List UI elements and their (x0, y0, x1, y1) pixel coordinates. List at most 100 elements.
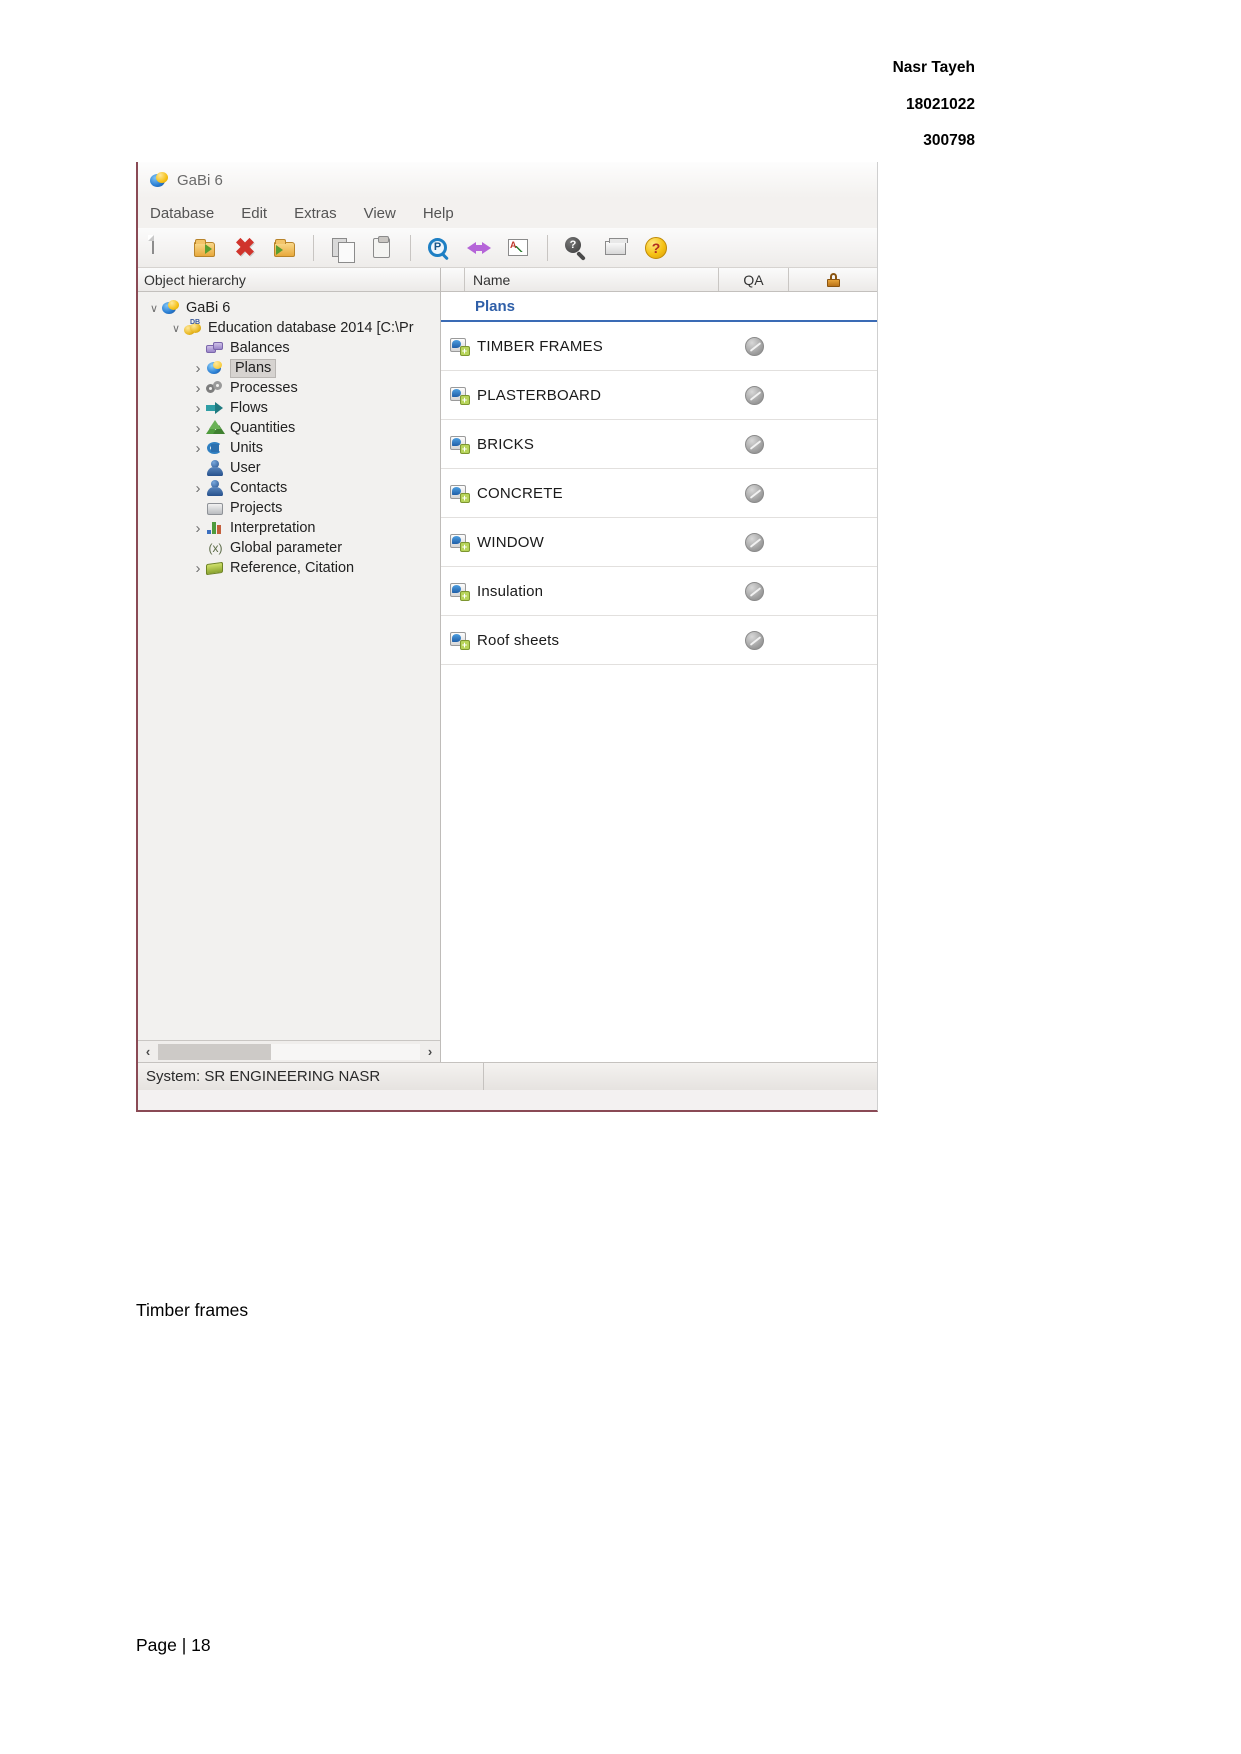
tree-item-label: Balances (230, 340, 290, 356)
menu-item-edit[interactable]: Edit (241, 205, 267, 222)
column-lock[interactable] (789, 268, 877, 291)
tree-item-label: GaBi 6 (186, 300, 231, 316)
tree-item-units[interactable]: Units (138, 438, 440, 458)
menu-item-database[interactable]: Database (150, 205, 214, 222)
menu-item-help[interactable]: Help (423, 205, 454, 222)
tree-item-gabi6[interactable]: GaBi 6 (138, 298, 440, 318)
chevron-right-icon[interactable] (190, 440, 206, 457)
parameter-search-button[interactable]: P (422, 232, 456, 264)
tree-item-label: User (230, 460, 261, 476)
open-folder-button[interactable] (268, 232, 302, 264)
analysis-chart-button[interactable] (502, 232, 536, 264)
chevron-right-icon[interactable] (190, 560, 206, 577)
object-hierarchy-header: Object hierarchy (138, 268, 440, 292)
plan-item-icon: + (449, 484, 470, 503)
qa-disc-icon[interactable] (744, 630, 764, 650)
plans-icon (206, 360, 225, 376)
column-qa[interactable]: QA (719, 268, 789, 291)
tree-item-projects[interactable]: Projects (138, 498, 440, 518)
toolbar-separator (410, 234, 411, 261)
chevron-right-icon[interactable] (190, 480, 206, 497)
toolbar-separator (547, 234, 548, 261)
scrollbar-track[interactable] (158, 1043, 420, 1060)
chevron-right-icon[interactable] (190, 360, 206, 377)
column-name[interactable]: Name (465, 268, 719, 291)
menu-item-view[interactable]: View (364, 205, 396, 222)
row-name: BRICKS (477, 435, 535, 453)
group-header-plans: Plans (441, 292, 877, 322)
tree-item-label: Contacts (230, 480, 288, 496)
toolbar-separator (313, 234, 314, 261)
statusbar: System: SR ENGINEERING NASR (138, 1062, 877, 1090)
tree-item-label: Reference, Citation (230, 560, 355, 576)
tree-item-user[interactable]: User (138, 458, 440, 478)
tree-item-global-parameter[interactable]: (x) Global parameter (138, 538, 440, 558)
help-button[interactable]: ? (639, 232, 673, 264)
red-x-delete-icon: ✖ (234, 233, 256, 262)
qa-disc-icon[interactable] (744, 385, 764, 405)
scroll-left-button[interactable]: ‹ (138, 1042, 158, 1062)
tree-item-contacts[interactable]: Contacts (138, 478, 440, 498)
scroll-right-button[interactable]: › (420, 1042, 440, 1062)
copy-button[interactable] (325, 232, 359, 264)
tree-item-label: Education database 2014 [C:\Pr (208, 320, 414, 336)
tray-archive-icon (603, 236, 629, 260)
plan-item-icon: + (449, 337, 470, 356)
tree-item-flows[interactable]: Flows (138, 398, 440, 418)
chevron-down-icon[interactable] (146, 301, 162, 315)
tree-item-plans[interactable]: Plans (138, 358, 440, 378)
open-folder-icon (272, 236, 298, 260)
open-database-button[interactable] (188, 232, 222, 264)
flows-arrow-icon (206, 400, 225, 416)
qa-disc-icon[interactable] (744, 483, 764, 503)
processes-gear-icon (206, 380, 225, 396)
qa-disc-icon[interactable] (744, 532, 764, 552)
chevron-right-icon[interactable] (190, 420, 206, 437)
tree-item-label: Projects (230, 500, 283, 516)
archive-button[interactable] (599, 232, 633, 264)
tree-item-balances[interactable]: Balances (138, 338, 440, 358)
tree-item-education-database[interactable]: DB Education database 2014 [C:\Pr (138, 318, 440, 338)
gabi-application-window: GaBi 6 Database Edit Extras View Help ✖ (136, 162, 878, 1112)
chevron-right-icon[interactable] (190, 380, 206, 397)
paste-button[interactable] (365, 232, 399, 264)
tree-item-label: Interpretation (230, 520, 316, 536)
plan-item-icon: + (449, 386, 470, 405)
exchange-button[interactable] (462, 232, 496, 264)
tree-item-processes[interactable]: Processes (138, 378, 440, 398)
row-name: WINDOW (477, 533, 545, 551)
table-row[interactable]: + PLASTERBOARD (441, 371, 877, 420)
delete-button[interactable]: ✖ (228, 232, 262, 264)
menu-item-extras[interactable]: Extras (294, 205, 337, 222)
scrollbar-thumb[interactable] (158, 1043, 271, 1060)
tree-item-reference-citation[interactable]: Reference, Citation (138, 558, 440, 578)
plan-item-icon: + (449, 435, 470, 454)
row-name: TIMBER FRAMES (477, 337, 603, 355)
header-number: 300798 (923, 132, 975, 149)
qa-disc-icon[interactable] (744, 434, 764, 454)
table-row[interactable]: + TIMBER FRAMES (441, 322, 877, 371)
tree-item-interpretation[interactable]: Interpretation (138, 518, 440, 538)
plans-list-pane: Name QA Plans + TIMBER FRAMES + PLASTERB… (441, 268, 877, 1062)
table-row[interactable]: + Roof sheets (441, 616, 877, 665)
horizontal-scrollbar[interactable]: ‹ › (138, 1040, 440, 1062)
tree-item-label: Processes (230, 380, 298, 396)
table-row[interactable]: + Insulation (441, 567, 877, 616)
table-row[interactable]: + BRICKS (441, 420, 877, 469)
window-titlebar: GaBi 6 (138, 162, 877, 198)
plan-item-icon: + (449, 582, 470, 601)
chevron-down-icon[interactable] (168, 321, 184, 335)
qa-disc-icon[interactable] (744, 581, 764, 601)
search-button[interactable]: ? (559, 232, 593, 264)
new-document-button[interactable] (148, 232, 182, 264)
qa-disc-icon[interactable] (744, 336, 764, 356)
table-row[interactable]: + CONCRETE (441, 469, 877, 518)
tree-item-quantities[interactable]: Quantities (138, 418, 440, 438)
statusbar-system-text: System: SR ENGINEERING NASR (138, 1063, 484, 1090)
table-row[interactable]: + WINDOW (441, 518, 877, 567)
clipboard-paste-icon (369, 235, 395, 260)
chevron-right-icon[interactable] (190, 400, 206, 417)
contacts-icon (206, 480, 225, 496)
chevron-right-icon[interactable] (190, 520, 206, 537)
user-icon (206, 460, 225, 476)
